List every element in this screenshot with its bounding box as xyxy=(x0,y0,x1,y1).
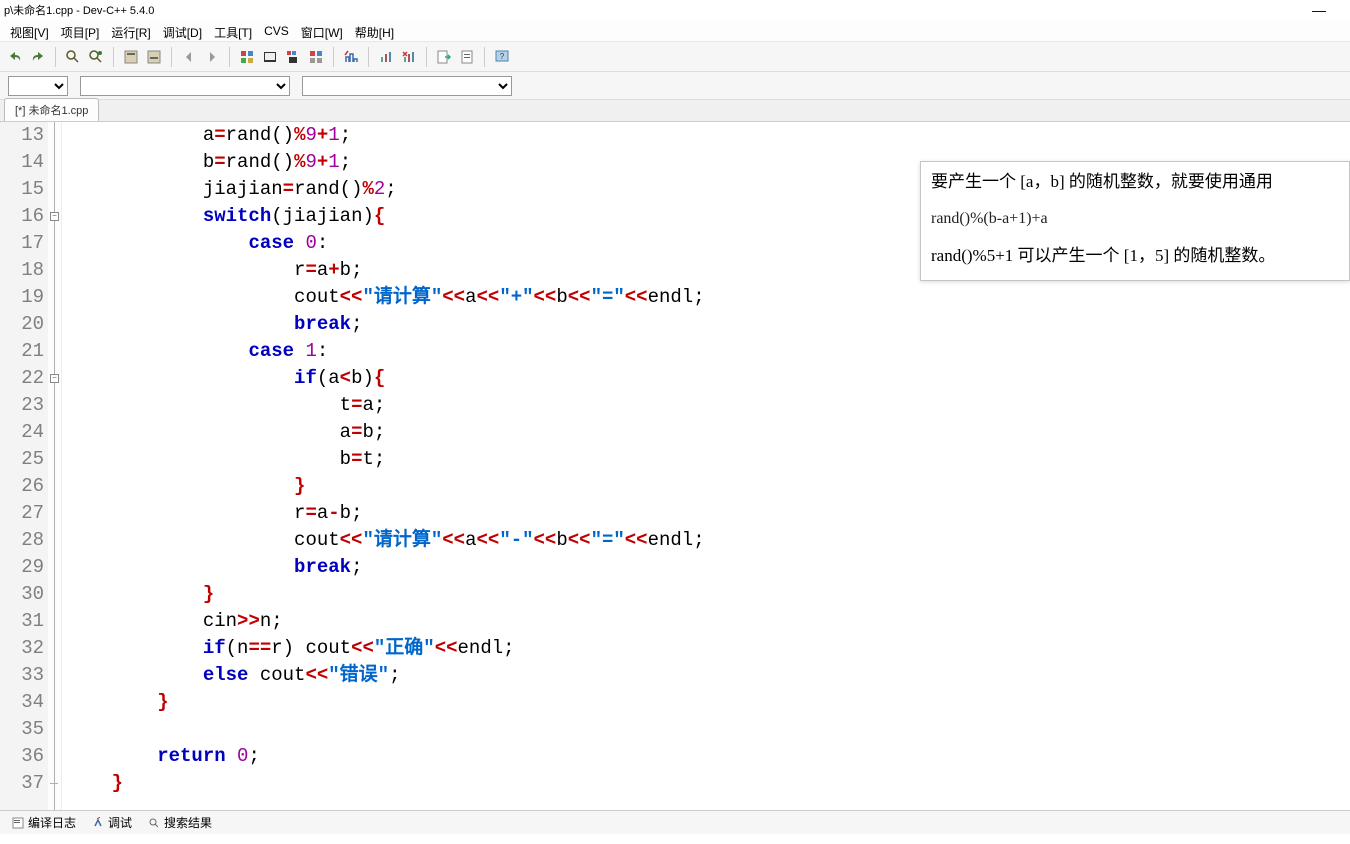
bottom-panel-tabs: 编译日志 调试 搜索结果 xyxy=(0,810,1350,834)
file-tabbar: [*] 未命名1.cpp xyxy=(0,100,1350,122)
title-bar: p\未命名1.cpp - Dev-C++ 5.4.0 — xyxy=(0,0,1350,20)
help-button[interactable]: ? xyxy=(491,46,513,68)
compile-button[interactable] xyxy=(236,46,258,68)
find-button[interactable] xyxy=(62,46,84,68)
minimize-button[interactable]: — xyxy=(1312,2,1346,18)
compile-log-tab[interactable]: 编译日志 xyxy=(4,812,84,833)
menu-window[interactable]: 窗口[W] xyxy=(295,22,349,39)
menu-view[interactable]: 视图[V] xyxy=(4,22,55,39)
replace-button[interactable] xyxy=(85,46,107,68)
main-toolbar: ? xyxy=(0,42,1350,72)
profile-delete-button[interactable] xyxy=(398,46,420,68)
menu-tools[interactable]: 工具[T] xyxy=(208,22,258,39)
overlay-line1: 要产生一个 [a，b] 的随机整数，就要使用通用 xyxy=(931,170,1339,194)
rebuild-button[interactable] xyxy=(305,46,327,68)
scope-combo[interactable] xyxy=(80,76,290,96)
bookmark-button[interactable] xyxy=(456,46,478,68)
window-title: p\未命名1.cpp - Dev-C++ 5.4.0 xyxy=(4,2,154,18)
debug-button[interactable] xyxy=(340,46,362,68)
menu-help[interactable]: 帮助[H] xyxy=(349,22,400,39)
overlay-line3: rand()%5+1 可以产生一个 [1，5] 的随机整数。 xyxy=(931,244,1339,268)
fold-toggle[interactable]: − xyxy=(50,212,59,221)
options-button[interactable] xyxy=(120,46,142,68)
menu-debug[interactable]: 调试[D] xyxy=(157,22,208,39)
combo-toolbar xyxy=(0,72,1350,100)
menu-bar: 视图[V] 项目[P] 运行[R] 调试[D] 工具[T] CVS 窗口[W] … xyxy=(0,20,1350,42)
overlay-line2: rand()%(b-a+1)+a xyxy=(931,208,1339,230)
undo-button[interactable] xyxy=(4,46,26,68)
debug-tab[interactable]: 调试 xyxy=(84,812,140,833)
line-gutter: 1314151617181920212223242526272829303132… xyxy=(0,122,48,810)
options2-button[interactable] xyxy=(143,46,165,68)
svg-text:?: ? xyxy=(500,52,505,61)
profile-button[interactable] xyxy=(375,46,397,68)
goto-button[interactable] xyxy=(433,46,455,68)
menu-cvs[interactable]: CVS xyxy=(258,22,295,39)
forward-button[interactable] xyxy=(201,46,223,68)
reference-overlay: 要产生一个 [a，b] 的随机整数，就要使用通用 rand()%(b-a+1)+… xyxy=(920,161,1350,281)
method-combo[interactable] xyxy=(302,76,512,96)
menu-run[interactable]: 运行[R] xyxy=(105,22,156,39)
redo-button[interactable] xyxy=(27,46,49,68)
menu-project[interactable]: 项目[P] xyxy=(55,22,106,39)
file-tab-active[interactable]: [*] 未命名1.cpp xyxy=(4,98,99,121)
back-button[interactable] xyxy=(178,46,200,68)
fold-toggle[interactable]: − xyxy=(50,374,59,383)
class-browser-combo[interactable] xyxy=(8,76,68,96)
run-button[interactable] xyxy=(259,46,281,68)
compile-run-button[interactable] xyxy=(282,46,304,68)
fold-column[interactable]: −− xyxy=(48,122,62,810)
search-results-tab[interactable]: 搜索结果 xyxy=(140,812,220,833)
